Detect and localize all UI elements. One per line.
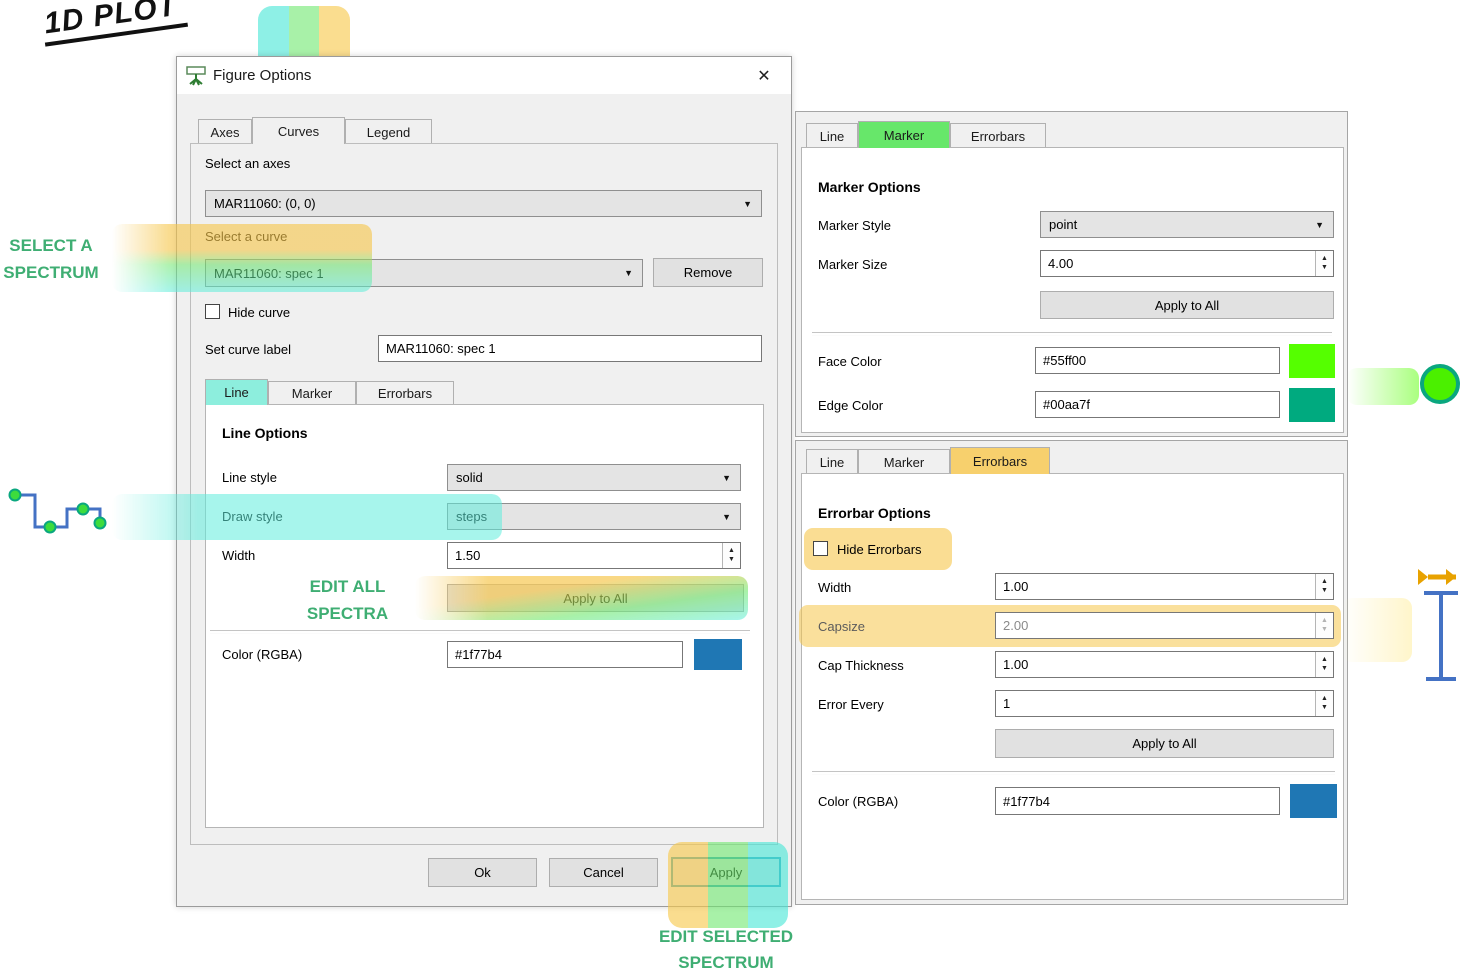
screenshot-root: 1D PLOT Figure Options ✕ Axes Curves Leg… bbox=[0, 0, 1472, 977]
spinner-up-icon: ▲ bbox=[1321, 579, 1328, 585]
marker-style-label: Marker Style bbox=[818, 218, 891, 233]
line-color-input[interactable]: #1f77b4 bbox=[447, 641, 683, 668]
annotation-edit-selected-spectrum: EDIT SELECTED SPECTRUM bbox=[620, 924, 832, 976]
cap-width-arrow-icon bbox=[1416, 565, 1468, 589]
cap-thickness-spinner[interactable]: 1.00 ▲▼ bbox=[995, 651, 1334, 678]
edge-color-label: Edge Color bbox=[818, 398, 883, 413]
spinner-down-icon: ▼ bbox=[1321, 705, 1328, 711]
line-width-spinner[interactable]: 1.50 ▲▼ bbox=[447, 542, 741, 569]
spinner-up-icon: ▲ bbox=[1321, 657, 1328, 663]
marker-size-label: Marker Size bbox=[818, 257, 887, 272]
capsize-spinner[interactable]: 2.00 ▲▼ bbox=[995, 612, 1334, 639]
errorbar-panel-tab-line[interactable]: Line bbox=[806, 449, 858, 474]
marker-panel-tab-errorbars[interactable]: Errorbars bbox=[950, 123, 1046, 148]
line-width-label: Width bbox=[222, 548, 255, 563]
draw-style-select[interactable]: steps ▼ bbox=[447, 503, 741, 530]
line-style-label: Line style bbox=[222, 470, 277, 485]
annotation-marker-sample-dot bbox=[1420, 364, 1460, 404]
tab-legend[interactable]: Legend bbox=[345, 119, 432, 144]
errorbar-width-spinner[interactable]: 1.00 ▲▼ bbox=[995, 573, 1334, 600]
apply-button[interactable]: Apply bbox=[671, 857, 781, 887]
steps-drawstyle-icon bbox=[5, 483, 115, 543]
spinner-up-icon: ▲ bbox=[1321, 696, 1328, 702]
spinner-up-icon: ▲ bbox=[728, 548, 735, 554]
dropdown-arrow-icon: ▼ bbox=[743, 199, 752, 209]
hide-errorbars-label: Hide Errorbars bbox=[837, 542, 922, 557]
spinner-down-icon: ▼ bbox=[1321, 265, 1328, 271]
ok-button[interactable]: Ok bbox=[428, 858, 537, 887]
select-curve-label: Select a curve bbox=[205, 229, 287, 244]
face-color-swatch[interactable] bbox=[1289, 344, 1335, 378]
marker-style-select[interactable]: point ▼ bbox=[1040, 211, 1334, 238]
error-every-label: Error Every bbox=[818, 697, 884, 712]
line-style-select[interactable]: solid ▼ bbox=[447, 464, 741, 491]
spinner-down-icon: ▼ bbox=[1321, 627, 1328, 633]
errorbar-tab-pane bbox=[801, 473, 1344, 900]
marker-panel-tab-line[interactable]: Line bbox=[806, 123, 858, 148]
face-color-input[interactable]: #55ff00 bbox=[1035, 347, 1280, 374]
errorbar-color-label: Color (RGBA) bbox=[818, 794, 898, 809]
edge-color-input[interactable]: #00aa7f bbox=[1035, 391, 1280, 418]
edge-color-swatch[interactable] bbox=[1289, 388, 1335, 422]
annotation-plot-type: 1D PLOT bbox=[40, 0, 188, 47]
remove-button[interactable]: Remove bbox=[653, 258, 763, 287]
marker-apply-to-all-button[interactable]: Apply to All bbox=[1040, 291, 1334, 319]
hide-curve-label: Hide curve bbox=[228, 305, 290, 320]
dropdown-arrow-icon: ▼ bbox=[1315, 220, 1324, 230]
errorbar-sample-icon bbox=[1420, 588, 1462, 684]
spinner-down-icon: ▼ bbox=[1321, 666, 1328, 672]
subtab-marker[interactable]: Marker bbox=[268, 381, 356, 405]
curve-label-input[interactable]: MAR11060: spec 1 bbox=[378, 335, 762, 362]
cap-thickness-label: Cap Thickness bbox=[818, 658, 904, 673]
marker-panel-tab-marker[interactable]: Marker bbox=[858, 121, 950, 148]
cancel-button[interactable]: Cancel bbox=[549, 858, 658, 887]
marker-options-heading: Marker Options bbox=[818, 179, 921, 195]
errorbar-color-input[interactable]: #1f77b4 bbox=[995, 787, 1280, 815]
spinner-up-icon: ▲ bbox=[1321, 256, 1328, 262]
line-color-label: Color (RGBA) bbox=[222, 647, 302, 662]
select-axes-label: Select an axes bbox=[205, 156, 290, 171]
capsize-label: Capsize bbox=[818, 619, 865, 634]
divider bbox=[812, 771, 1335, 775]
errorbar-color-swatch[interactable] bbox=[1290, 784, 1337, 818]
errorbar-options-heading: Errorbar Options bbox=[818, 505, 931, 521]
annotation-edit-all-spectra: EDIT ALL SPECTRA bbox=[295, 573, 400, 627]
line-apply-to-all-button[interactable]: Apply to All bbox=[447, 584, 744, 612]
close-icon[interactable]: ✕ bbox=[751, 64, 777, 88]
marker-size-spinner[interactable]: 4.00 ▲▼ bbox=[1040, 250, 1334, 277]
dropdown-arrow-icon: ▼ bbox=[722, 473, 731, 483]
annotation-capsize-glow bbox=[1342, 598, 1412, 662]
axes-select[interactable]: MAR11060: (0, 0) ▼ bbox=[205, 190, 762, 217]
set-curve-label: Set curve label bbox=[205, 342, 291, 357]
annotation-marker-highlight bbox=[1347, 368, 1419, 405]
tab-axes[interactable]: Axes bbox=[198, 119, 252, 144]
error-every-spinner[interactable]: 1 ▲▼ bbox=[995, 690, 1334, 717]
spinner-down-icon: ▼ bbox=[728, 557, 735, 563]
spinner-up-icon: ▲ bbox=[1321, 618, 1328, 624]
dropdown-arrow-icon: ▼ bbox=[722, 512, 731, 522]
errorbar-width-label: Width bbox=[818, 580, 851, 595]
dialog-titlebar: Figure Options ✕ bbox=[177, 57, 791, 94]
spinner-down-icon: ▼ bbox=[1321, 588, 1328, 594]
annotation-select-spectrum: SELECT A SPECTRUM bbox=[0, 232, 102, 286]
errorbar-panel-tab-marker[interactable]: Marker bbox=[858, 449, 950, 474]
draw-style-label: Draw style bbox=[222, 509, 283, 524]
subtab-errorbars[interactable]: Errorbars bbox=[356, 381, 454, 405]
hide-curve-checkbox[interactable] bbox=[205, 304, 220, 319]
line-color-swatch[interactable] bbox=[694, 639, 742, 670]
subtab-line[interactable]: Line bbox=[205, 379, 268, 405]
hide-errorbars-checkbox[interactable] bbox=[813, 541, 828, 556]
tab-curves[interactable]: Curves bbox=[252, 117, 345, 144]
errorbar-panel-tab-errorbars[interactable]: Errorbars bbox=[950, 447, 1050, 474]
line-options-heading: Line Options bbox=[222, 425, 308, 441]
errorbar-apply-to-all-button[interactable]: Apply to All bbox=[995, 729, 1334, 758]
divider bbox=[812, 332, 1332, 336]
figure-options-icon bbox=[185, 65, 207, 87]
dialog-title: Figure Options bbox=[213, 67, 311, 84]
dropdown-arrow-icon: ▼ bbox=[624, 268, 633, 278]
divider bbox=[210, 630, 750, 634]
curve-select[interactable]: MAR11060: spec 1 ▼ bbox=[205, 259, 643, 287]
face-color-label: Face Color bbox=[818, 354, 882, 369]
